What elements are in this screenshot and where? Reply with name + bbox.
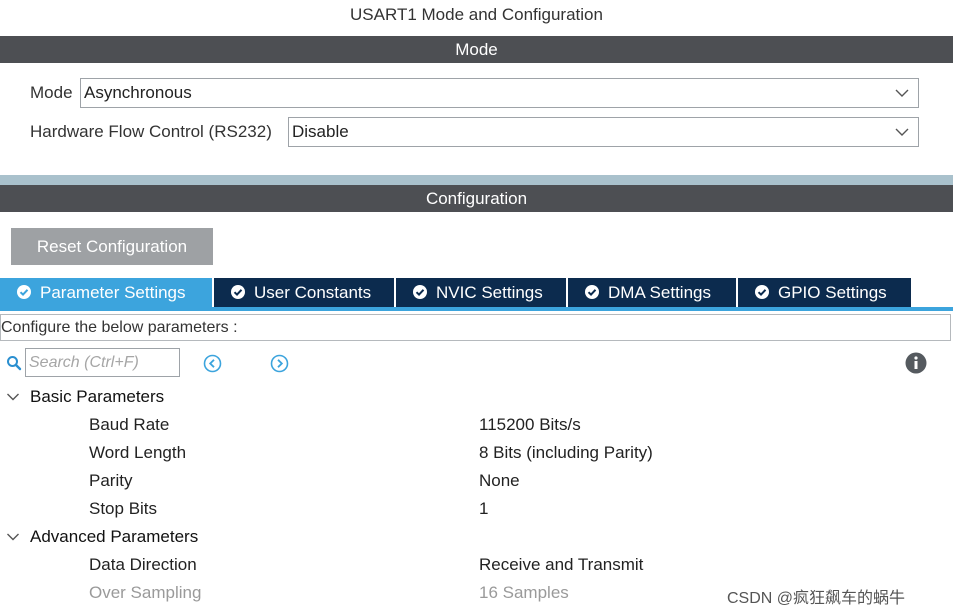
check-circle-icon [585, 285, 599, 299]
flow-control-label: Hardware Flow Control (RS232) [30, 122, 272, 141]
param-name-parity[interactable]: Parity [89, 471, 132, 491]
config-section-header: Configuration [0, 185, 953, 212]
info-icon[interactable] [905, 352, 927, 374]
window-title: USART1 Mode and Configuration [350, 5, 603, 24]
watermark: CSDN @疯狂飙车的蜗牛 [727, 590, 906, 607]
next-circle-icon[interactable] [270, 354, 289, 373]
mode-label: Mode [30, 83, 73, 102]
search-icon[interactable] [6, 355, 22, 371]
check-circle-icon [413, 285, 427, 299]
param-value-over-sampling: 16 Samples [479, 583, 569, 602]
param-value-word-length[interactable]: 8 Bits (including Parity) [479, 443, 653, 463]
tab-label: User Constants [254, 283, 372, 302]
group-advanced-parameters[interactable]: Advanced Parameters [30, 527, 198, 547]
tab-dma-settings[interactable]: DMA Settings [568, 278, 736, 307]
chevron-down-icon [895, 89, 909, 97]
chevron-down-icon[interactable] [6, 391, 20, 403]
group-basic-parameters[interactable]: Basic Parameters [30, 387, 164, 407]
tab-nvic-settings[interactable]: NVIC Settings [396, 278, 566, 307]
config-description: Configure the below parameters : [0, 314, 951, 341]
check-circle-icon [17, 285, 31, 299]
prev-circle-icon[interactable] [203, 354, 222, 373]
chevron-down-icon [895, 128, 909, 136]
tab-label: GPIO Settings [778, 283, 887, 302]
tab-label: Parameter Settings [40, 283, 186, 302]
tab-user-constants[interactable]: User Constants [214, 278, 394, 307]
mode-section-header: Mode [0, 36, 953, 63]
param-name-data-direction[interactable]: Data Direction [89, 555, 197, 575]
param-name-word-length[interactable]: Word Length [89, 443, 186, 463]
param-name-over-sampling: Over Sampling [89, 583, 202, 602]
param-name-baud-rate[interactable]: Baud Rate [89, 415, 169, 435]
reset-configuration-button[interactable]: Reset Configuration [11, 228, 213, 265]
param-value-baud-rate[interactable]: 115200 Bits/s [479, 415, 581, 435]
check-circle-icon [755, 285, 769, 299]
mode-select[interactable]: Asynchronous [80, 78, 919, 108]
flow-control-select-value: Disable [292, 122, 349, 141]
tab-underline [0, 307, 953, 311]
check-circle-icon [231, 285, 245, 299]
settings-tabs: Parameter Settings User Constants NVIC S… [0, 278, 953, 307]
mode-select-value: Asynchronous [84, 83, 192, 102]
tab-label: DMA Settings [608, 283, 711, 302]
config-separator [0, 175, 953, 185]
tab-gpio-settings[interactable]: GPIO Settings [738, 278, 911, 307]
param-value-stop-bits[interactable]: 1 [479, 499, 488, 519]
param-value-parity[interactable]: None [479, 471, 520, 491]
tab-label: NVIC Settings [436, 283, 543, 302]
param-name-stop-bits[interactable]: Stop Bits [89, 499, 157, 519]
param-value-data-direction[interactable]: Receive and Transmit [479, 555, 643, 575]
flow-control-select[interactable]: Disable [288, 117, 919, 147]
tab-parameter-settings[interactable]: Parameter Settings [0, 278, 212, 307]
chevron-down-icon[interactable] [6, 531, 20, 543]
search-input[interactable] [25, 348, 180, 377]
